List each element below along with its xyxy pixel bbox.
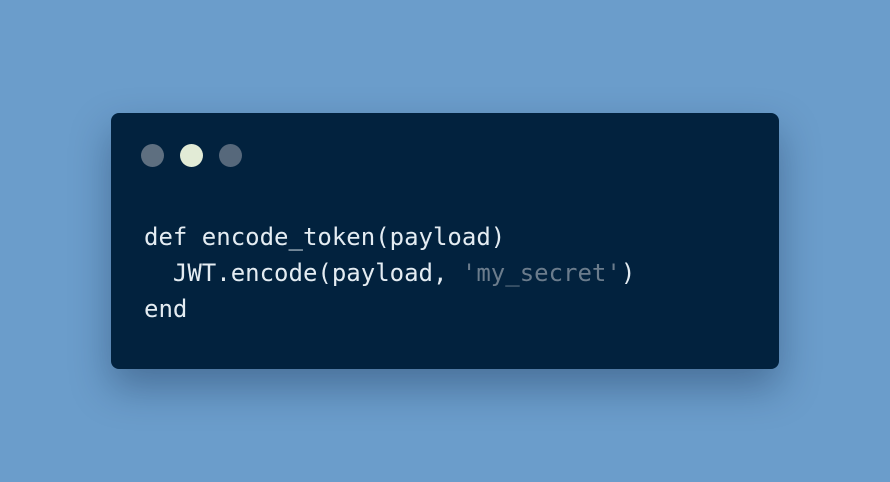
window-dot-1 xyxy=(141,144,164,167)
window-controls xyxy=(141,144,242,167)
window-dot-3 xyxy=(219,144,242,167)
code-block: def encode_token(payload) JWT.encode(pay… xyxy=(144,219,635,327)
code-line-3: end xyxy=(144,291,635,327)
string-literal: 'my_secret' xyxy=(461,259,621,287)
code-line-2: JWT.encode(payload, 'my_secret') xyxy=(144,255,635,291)
code-text: end xyxy=(144,295,188,323)
window-dot-2 xyxy=(180,144,203,167)
code-text: def encode_token(payload) xyxy=(144,223,506,251)
code-line-1: def encode_token(payload) xyxy=(144,219,635,255)
code-text: JWT.encode(payload, xyxy=(144,259,462,287)
code-window: def encode_token(payload) JWT.encode(pay… xyxy=(111,113,779,369)
code-text: ) xyxy=(620,259,636,287)
